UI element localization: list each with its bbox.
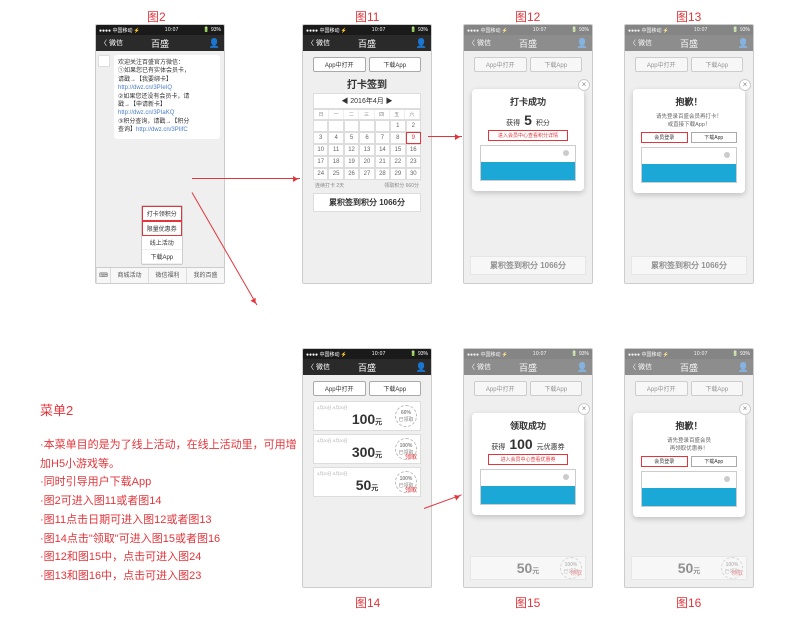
calendar-summary: 连续打卡 2天领取积分 660分 (307, 180, 427, 191)
link-bind[interactable]: http://dwz.cn/3PIeIQ (118, 85, 172, 91)
status-bar: ●●●● 中国移动 ⚡10:07🔋 93% (96, 25, 224, 35)
claim-button[interactable]: 领取 (405, 485, 417, 494)
image-placeholder (480, 469, 576, 505)
success-modal: 领取成功 获得100元优惠券 进入会员中心查看优惠券 (472, 413, 584, 515)
close-icon[interactable]: × (739, 79, 751, 91)
modal-sub: 请先登录百盛会员 再领取优惠券！ (639, 436, 739, 452)
calendar-weekdays: 日一二三四五六 (313, 109, 421, 120)
calendar-month: ◀ 2016年4月 ▶ (313, 93, 421, 109)
image-placeholder (641, 147, 737, 183)
modal-title: 抱歉！ (639, 95, 739, 108)
profile-icon[interactable]: 👤 (416, 38, 427, 49)
label-f11: 图11 (355, 8, 379, 25)
calendar-grid[interactable]: 12 3456789 10111213141516 17181920212223… (313, 120, 421, 180)
open-app-button[interactable]: App中打开 (313, 381, 366, 396)
label-f15: 图15 (515, 594, 540, 611)
status-bar: ●●●● 中国移动 ⚡10:07🔋 93% (625, 25, 753, 35)
error-modal: 抱歉！ 请先登录百盛会员再打卡！ 或直接下载App！ 会员登录下载App (633, 89, 745, 193)
welcome-message: 欢迎关注百盛官方微信： ①如果您已有实体会员卡， 请戳→【我要绑卡】 http:… (114, 55, 220, 139)
total-points: 累积签到积分 1066分 (631, 256, 747, 275)
phone-f2: ●●●● 中国移动 ⚡10:07🔋 93% 〈 微信 百盛 👤 欢迎关注百盛官方微信… (95, 24, 225, 284)
label-f16: 图16 (676, 594, 701, 611)
phone-f15: ●●●● 中国移动 ⚡10:07🔋 93% 〈 微信百盛👤 App中打开下载Ap… (463, 348, 593, 588)
profile-icon[interactable]: 👤 (416, 362, 427, 373)
image-placeholder (480, 145, 576, 181)
status-bar: ●●●● 中国移动 ⚡10:07🔋 93% (625, 349, 753, 359)
success-modal: 打卡成功 获得5积分 进入会员中心查看积分详情 (472, 89, 584, 191)
modal-title: 抱歉！ (639, 419, 739, 432)
menu-download[interactable]: 下载App (142, 250, 182, 264)
phone-f12: ●●●● 中国移动 ⚡10:07🔋 93% 〈 微信百盛👤 App中打开下载Ap… (463, 24, 593, 284)
notes-title: 菜单2 (40, 400, 300, 422)
notes-block: 菜单2 ·本菜单目的是为了线上活动，在线上活动里，可用增加H5小游戏等。 ·同时… (40, 400, 300, 586)
dl-app-button[interactable]: 下载App (369, 57, 422, 72)
label-f2: 图2 (147, 8, 166, 25)
nav-bar: 〈 微信百盛👤 (464, 359, 592, 375)
arrow-f11-f12 (428, 136, 462, 137)
nav-bar: 〈 微信百盛👤 (303, 35, 431, 51)
status-bar: ●●●● 中国移动 ⚡10:07🔋 93% (303, 25, 431, 35)
dl-button[interactable]: 下载App (691, 456, 738, 467)
coupon-3: 4月20日-9月20日 50元 100%已领取 领取 (313, 467, 421, 497)
arrow-f2-f11 (192, 178, 300, 179)
link-points[interactable]: http://dwz.cn/3PIifC (136, 127, 188, 133)
coupon-1: 4月20日-9月20日 100元 60%已领取 (313, 401, 421, 431)
submenu-popup: 打卡领积分 限量优惠券 线上活动 下载App (141, 205, 183, 265)
open-app-button[interactable]: App中打开 (313, 57, 366, 72)
back-button[interactable]: 〈 微信 (307, 362, 330, 372)
link-apply[interactable]: http://dwz.cn/3PIaKQ (118, 110, 174, 116)
nav-bar: 〈 微信百盛👤 (303, 359, 431, 375)
keyboard-icon[interactable]: ⌨ (96, 268, 110, 283)
status-bar: ●●●● 中国移动 ⚡10:07🔋 93% (303, 349, 431, 359)
close-icon[interactable]: × (739, 403, 751, 415)
login-button[interactable]: 会员登录 (641, 456, 688, 467)
coupon-bg: 50元 100%已领取 领取 (631, 556, 747, 580)
coupon-bg: 50元 100%已领取 领取 (470, 556, 586, 580)
menu-1[interactable]: 商城活动 (110, 268, 148, 283)
menu-2[interactable]: 微信福利 (148, 268, 186, 283)
image-placeholder (641, 471, 737, 507)
phone-f13: ●●●● 中国移动 ⚡10:07🔋 93% 〈 微信百盛👤 App中打开下载Ap… (624, 24, 754, 284)
dl-app-button[interactable]: 下载App (369, 381, 422, 396)
status-bar: ●●●● 中国移动 ⚡10:07🔋 93% (464, 25, 592, 35)
bottom-menu: ⌨ 商城活动 微信福利 我的百盛 (96, 267, 224, 283)
nav-bar: 〈 微信百盛👤 (625, 359, 753, 375)
login-button[interactable]: 会员登录 (641, 132, 688, 143)
close-icon[interactable]: × (578, 79, 590, 91)
claimed-pct: 60%已领取 (395, 405, 417, 427)
phone-f14: ●●●● 中国移动 ⚡10:07🔋 93% 〈 微信百盛👤 App中打开下载Ap… (302, 348, 432, 588)
modal-title: 打卡成功 (478, 95, 578, 108)
menu-3[interactable]: 我的百盛 (186, 268, 224, 283)
label-f13: 图13 (676, 8, 701, 25)
dl-button[interactable]: 下载App (691, 132, 738, 143)
view-coupon-link[interactable]: 进入会员中心查看优惠券 (488, 454, 568, 465)
view-points-link[interactable]: 进入会员中心查看积分详情 (488, 130, 568, 141)
avatar (98, 55, 110, 67)
status-bar: ●●●● 中国移动 ⚡10:07🔋 93% (464, 349, 592, 359)
label-f12: 图12 (515, 8, 540, 25)
menu-coupon[interactable]: 限量优惠券 (142, 221, 182, 236)
label-f14: 图14 (355, 594, 380, 611)
modal-title: 领取成功 (478, 419, 578, 432)
modal-sub: 请先登录百盛会员再打卡！ 或直接下载App！ (639, 112, 739, 128)
nav-bar: 〈 微信百盛👤 (464, 35, 592, 51)
coupon-2: 4月20日-9月20日 300元 100%已领取 领取 (313, 434, 421, 464)
back-button[interactable]: 〈 微信 (307, 38, 330, 48)
claim-button[interactable]: 领取 (405, 452, 417, 461)
total-points: 累积签到积分 1066分 (313, 193, 421, 212)
back-button[interactable]: 〈 微信 (100, 38, 123, 48)
menu-activity[interactable]: 线上活动 (142, 236, 182, 250)
phone-f11: ●●●● 中国移动 ⚡10:07🔋 93% 〈 微信百盛👤 App中打开下载Ap… (302, 24, 432, 284)
menu-checkin[interactable]: 打卡领积分 (142, 206, 182, 221)
nav-bar: 〈 微信 百盛 👤 (96, 35, 224, 51)
error-modal: 抱歉！ 请先登录百盛会员 再领取优惠券！ 会员登录下载App (633, 413, 745, 517)
checkin-title: 打卡签到 (307, 76, 427, 91)
close-icon[interactable]: × (578, 403, 590, 415)
phone-f16: ●●●● 中国移动 ⚡10:07🔋 93% 〈 微信百盛👤 App中打开下载Ap… (624, 348, 754, 588)
profile-icon[interactable]: 👤 (209, 38, 220, 49)
calendar-day-selected: 9 (406, 132, 421, 144)
total-points: 累积签到积分 1066分 (470, 256, 586, 275)
nav-title: 百盛 (151, 37, 169, 50)
nav-bar: 〈 微信百盛👤 (625, 35, 753, 51)
